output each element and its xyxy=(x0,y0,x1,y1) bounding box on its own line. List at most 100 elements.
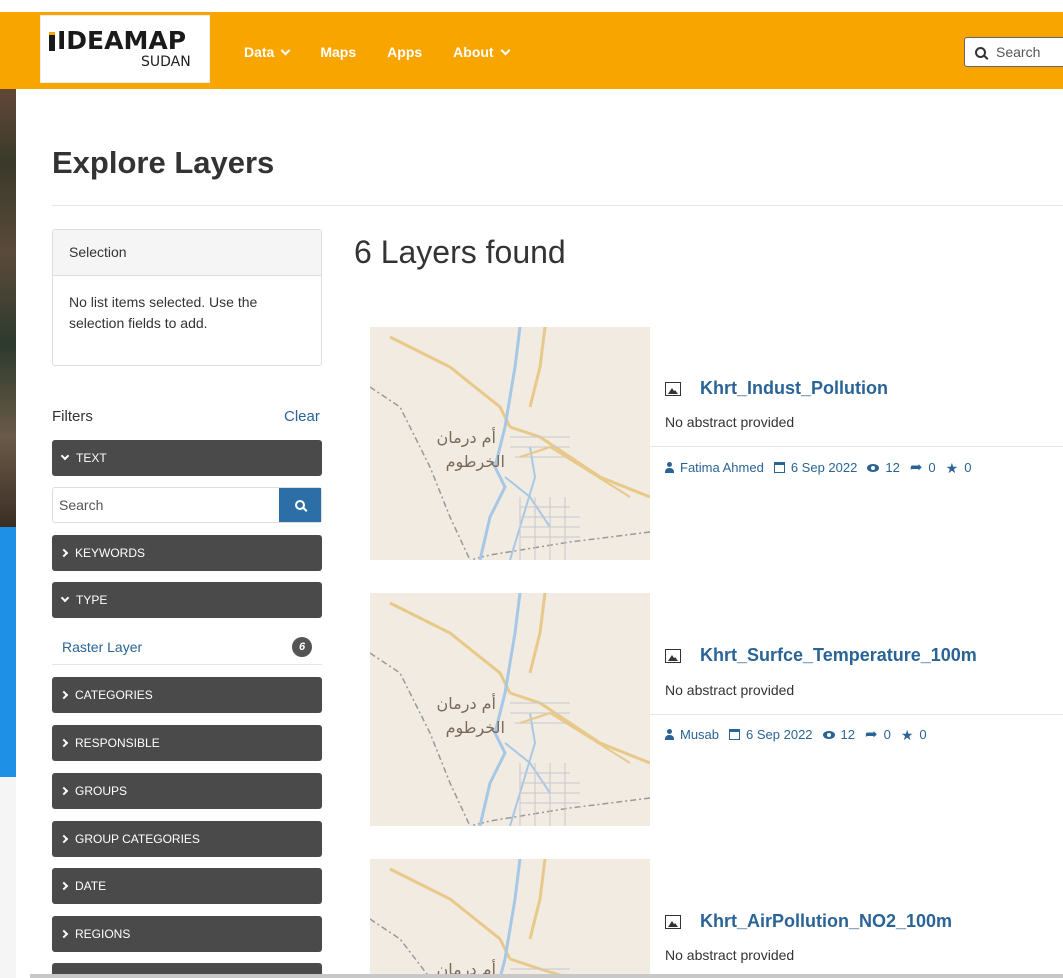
filter-toggle-group-categories[interactable]: GROUP CATEGORIES xyxy=(52,821,322,857)
calendar-icon xyxy=(729,729,741,740)
filter-search-input[interactable] xyxy=(53,488,279,522)
layer-thumbnail[interactable]: أم درمان الخرطوم xyxy=(370,327,650,560)
logo-line1: IDEAMAP xyxy=(57,26,187,55)
filter-toggle-keywords[interactable]: KEYWORDS xyxy=(52,535,322,571)
nav-apps[interactable]: Apps xyxy=(387,44,422,60)
layer-title: Khrt_AirPollution_NO2_100m xyxy=(700,911,953,931)
layer-title-link[interactable]: Khrt_Indust_Pollution xyxy=(665,378,888,399)
image-icon xyxy=(665,914,681,929)
layer-owner-link[interactable]: Musab xyxy=(680,727,719,742)
filter-groups-label: GROUPS xyxy=(75,784,128,798)
selection-panel: Selection No list items selected. Use th… xyxy=(52,229,322,366)
chevron-right-icon xyxy=(59,690,69,700)
site-logo[interactable]: IDEAMAP SUDAN xyxy=(40,15,210,83)
chevron-right-icon xyxy=(59,929,69,939)
layer-views: 12 xyxy=(885,460,900,475)
filter-toggle-responsible[interactable]: RESPONSIBLE xyxy=(52,725,322,761)
filter-toggle-type[interactable]: TYPE xyxy=(52,582,322,618)
star-icon: ★ xyxy=(900,726,914,743)
filter-date-label: DATE xyxy=(75,879,107,893)
selection-heading: Selection xyxy=(53,230,321,276)
card-divider xyxy=(650,446,1063,447)
background-blue-panel xyxy=(0,527,16,777)
layer-title: Khrt_Surfce_Temperature_100m xyxy=(700,645,977,665)
layer-meta: Fatima Ahmed 6 Sep 2022 12 ➦ 0 ★ 0 xyxy=(665,460,971,475)
filter-regions-label: REGIONS xyxy=(75,927,131,941)
nav-apps-label: Apps xyxy=(387,44,423,60)
search-icon xyxy=(295,500,305,510)
chevron-right-icon xyxy=(59,786,69,796)
chevron-right-icon xyxy=(59,738,69,748)
map-label: الخرطوم xyxy=(446,718,505,738)
filter-categories-label: CATEGORIES xyxy=(75,688,153,702)
layer-meta: Musab 6 Sep 2022 12 ➦ 0 ★ 0 xyxy=(665,727,927,742)
title-divider xyxy=(52,205,1063,206)
nav-about[interactable]: About xyxy=(453,44,511,60)
filter-keywords-label: KEYWORDS xyxy=(75,546,146,560)
card-divider xyxy=(650,714,1063,715)
chevron-down-icon xyxy=(280,45,291,55)
layer-date: 6 Sep 2022 xyxy=(746,727,813,742)
map-label: الخرطوم xyxy=(446,452,505,472)
nav-maps[interactable]: Maps xyxy=(320,44,356,60)
page-title: Explore Layers xyxy=(52,145,275,180)
filter-toggle-categories[interactable]: CATEGORIES xyxy=(52,677,322,713)
chevron-right-icon xyxy=(59,834,69,844)
filter-toggle-regions[interactable]: REGIONS xyxy=(52,916,322,952)
map-label: أم درمان xyxy=(437,427,496,448)
share-icon: ➦ xyxy=(865,726,878,743)
filter-text-label: TEXT xyxy=(76,451,107,465)
eye-icon xyxy=(822,730,835,739)
layer-title: Khrt_Indust_Pollution xyxy=(700,378,888,398)
layer-shares: 0 xyxy=(883,727,891,742)
layer-shares: 0 xyxy=(928,460,936,475)
chevron-down-icon xyxy=(60,451,70,461)
layer-thumbnail[interactable]: أم درمان xyxy=(370,859,650,978)
logo-wordmark: IDEAMAP xyxy=(49,26,186,55)
eye-icon xyxy=(867,463,880,472)
layer-thumbnail[interactable]: أم درمان الخرطوم xyxy=(370,593,650,826)
map-label: أم درمان xyxy=(437,693,496,714)
layer-title-link[interactable]: Khrt_AirPollution_NO2_100m xyxy=(665,911,952,932)
layer-date: 6 Sep 2022 xyxy=(790,460,858,475)
type-item-raster-layer[interactable]: Raster Layer 6 xyxy=(52,629,322,665)
results-count-heading: 6 Layers found xyxy=(354,234,566,270)
user-icon xyxy=(665,462,674,473)
type-item-label[interactable]: Raster Layer xyxy=(62,639,292,655)
background-strip xyxy=(0,12,16,978)
chevron-right-icon xyxy=(59,881,69,891)
filters-clear-link[interactable]: Clear xyxy=(284,408,320,425)
chevron-right-icon xyxy=(59,548,69,558)
header-search-placeholder: Search xyxy=(996,44,1041,60)
layer-views: 12 xyxy=(840,727,856,742)
filters-label: Filters xyxy=(52,408,93,425)
header-search-input[interactable]: Search xyxy=(964,37,1063,67)
layer-owner-link[interactable]: Fatima Ahmed xyxy=(680,460,764,475)
count-badge: 6 xyxy=(292,636,312,657)
layer-title-link[interactable]: Khrt_Surfce_Temperature_100m xyxy=(665,645,977,666)
selection-body: No list items selected. Use the selectio… xyxy=(69,294,258,331)
window-bottom-edge xyxy=(30,974,1063,978)
background-photo xyxy=(0,72,16,527)
site-header: IDEAMAP SUDAN Data Maps Apps About Searc… xyxy=(0,12,1063,89)
filter-search-button[interactable] xyxy=(279,488,321,522)
filter-toggle-groups[interactable]: GROUPS xyxy=(52,773,322,809)
logo-subtitle: SUDAN xyxy=(141,54,191,70)
user-icon xyxy=(665,729,674,740)
filter-responsible-label: RESPONSIBLE xyxy=(75,736,160,750)
nav-data-label: Data xyxy=(244,44,275,60)
nav-data[interactable]: Data xyxy=(244,44,291,60)
filter-toggle-date[interactable]: DATE xyxy=(52,868,322,904)
filter-type-label: TYPE xyxy=(76,593,108,607)
chevron-down-icon xyxy=(60,593,70,603)
filter-toggle-text[interactable]: TEXT xyxy=(52,440,322,476)
calendar-icon xyxy=(773,462,785,473)
nav-about-label: About xyxy=(453,44,494,60)
main-nav: Data Maps Apps About xyxy=(244,44,540,60)
image-icon xyxy=(665,381,681,396)
share-icon: ➦ xyxy=(909,459,923,476)
search-icon xyxy=(975,46,986,58)
layer-stars: 0 xyxy=(919,727,927,742)
chevron-down-icon xyxy=(500,45,511,55)
image-icon xyxy=(665,648,681,663)
